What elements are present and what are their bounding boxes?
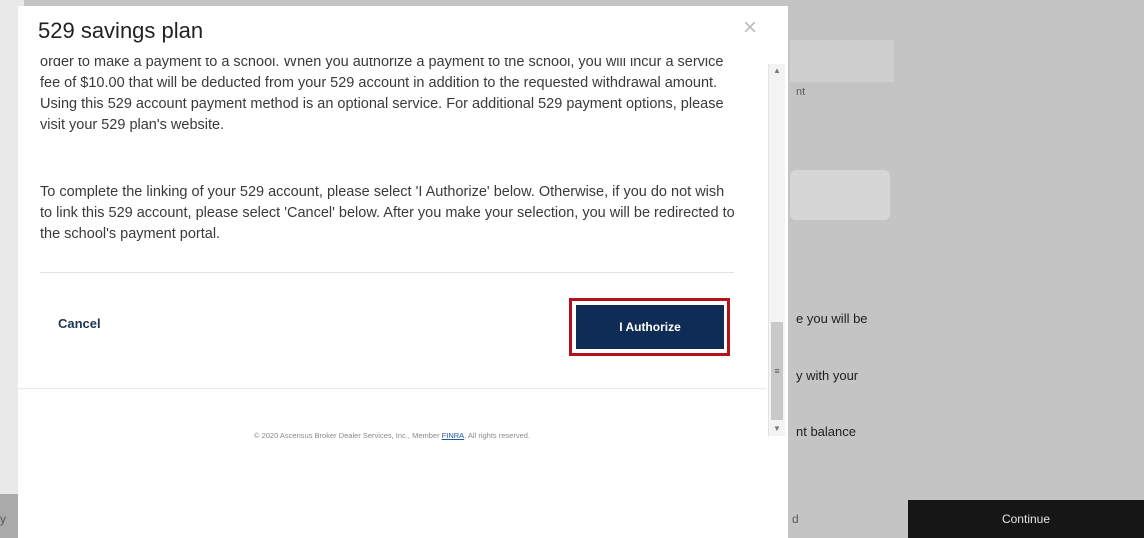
instruction-paragraph: To complete the linking of your 529 acco… bbox=[40, 184, 735, 242]
background-field-fragment: nt bbox=[796, 86, 806, 98]
copyright-footer: © 2020 Ascensus Broker Dealer Services, … bbox=[18, 431, 766, 440]
close-icon[interactable]: × bbox=[740, 16, 760, 40]
background-mid-fragment: d bbox=[792, 512, 799, 526]
footer-suffix: . All rights reserved. bbox=[464, 431, 531, 440]
scroll-thumb[interactable]: ≡ bbox=[771, 322, 783, 420]
background-input-field bbox=[790, 40, 894, 82]
footer-divider bbox=[18, 388, 766, 389]
background-input-field-2 bbox=[790, 170, 890, 220]
continue-button[interactable]: Continue bbox=[908, 500, 1144, 538]
background-text-fragment: e you will be bbox=[796, 311, 868, 326]
scroll-up-arrow-icon[interactable]: ▲ bbox=[769, 64, 785, 78]
modal-scrollbar[interactable]: ▲ ≡ ▼ bbox=[768, 64, 785, 436]
cancel-button[interactable]: Cancel bbox=[58, 316, 101, 331]
background-text-fragment: y with your bbox=[796, 368, 859, 383]
modal-title: 529 savings plan bbox=[38, 18, 204, 43]
authorize-button[interactable]: I Authorize bbox=[576, 305, 724, 349]
disclosure-paragraph: order to make a payment to a school. Whe… bbox=[40, 58, 724, 133]
scroll-down-arrow-icon[interactable]: ▼ bbox=[769, 422, 785, 436]
savings-plan-modal: 529 savings plan × order to make a payme… bbox=[18, 6, 788, 538]
finra-link[interactable]: FINRA bbox=[442, 431, 465, 440]
divider bbox=[40, 272, 734, 273]
background-text-fragment: nt balance bbox=[796, 424, 856, 439]
grip-icon: ≡ bbox=[774, 366, 780, 376]
background-back-fragment: y bbox=[0, 512, 6, 526]
footer-prefix: © 2020 Ascensus Broker Dealer Services, … bbox=[253, 431, 440, 440]
